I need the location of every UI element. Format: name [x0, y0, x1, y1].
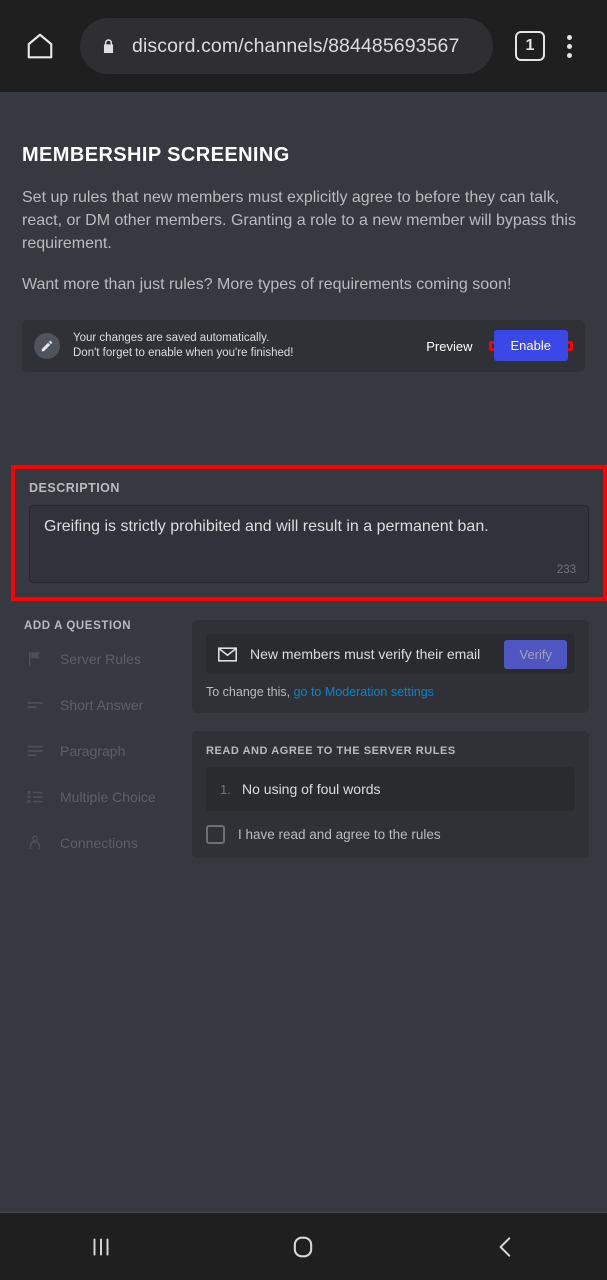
browser-toolbar: discord.com/channels/884485693567 1: [0, 0, 607, 92]
rule-text: No using of foul words: [242, 781, 381, 797]
save-notice-line-1: Your changes are saved automatically.: [73, 332, 270, 344]
mail-icon: [218, 646, 238, 662]
email-requirement-label: New members must verify their email: [250, 646, 481, 662]
cards-column: New members must verify their email Veri…: [192, 620, 589, 858]
agree-label: I have read and agree to the rules: [238, 827, 441, 842]
rule-row[interactable]: 1. No using of foul words: [206, 767, 575, 811]
page-title: MEMBERSHIP SCREENING: [22, 144, 290, 166]
connections-icon: [22, 830, 48, 856]
save-notice-bar: Your changes are saved automatically. Do…: [22, 320, 585, 372]
preview-button[interactable]: Preview: [426, 339, 472, 354]
page-content: MEMBERSHIP SCREENING Set up rules that n…: [0, 92, 607, 1212]
phone-screen: discord.com/channels/884485693567 1 MEMB…: [0, 0, 607, 1280]
moderation-note-prefix: To change this,: [206, 685, 294, 699]
add-question-item-connections[interactable]: Connections: [22, 824, 184, 862]
server-rules-title: READ AND AGREE TO THE SERVER RULES: [206, 745, 456, 757]
add-question-item-multiple-choice[interactable]: Multiple Choice: [22, 778, 184, 816]
save-notice-line-2: Don't forget to enable when you're finis…: [73, 347, 294, 359]
moderation-settings-link[interactable]: go to Moderation settings: [294, 685, 434, 699]
list-icon: [22, 784, 48, 810]
verify-button[interactable]: Verify: [504, 639, 567, 669]
address-bar[interactable]: discord.com/channels/884485693567: [80, 18, 493, 74]
add-question-label: Server Rules: [60, 651, 141, 667]
back-chevron-icon[interactable]: [405, 1213, 607, 1280]
flag-icon: [22, 646, 48, 672]
add-question-item-short-answer[interactable]: Short Answer: [22, 686, 184, 724]
page-description-2: Want more than just rules? More types of…: [22, 276, 512, 293]
android-nav-bar: [0, 1212, 607, 1280]
save-notice-text: Your changes are saved automatically. Do…: [73, 331, 426, 361]
add-question-panel: ADD A QUESTION Server Rules Short Answer…: [22, 620, 184, 862]
add-question-label: Multiple Choice: [60, 789, 156, 805]
description-highlight: DESCRIPTION Greifing is strictly prohibi…: [11, 465, 607, 601]
add-question-title: ADD A QUESTION: [24, 620, 132, 632]
moderation-note: To change this, go to Moderation setting…: [206, 685, 575, 699]
rule-number: 1.: [220, 781, 231, 797]
lower-section: ADD A QUESTION Server Rules Short Answer…: [22, 620, 589, 862]
add-question-label: Short Answer: [60, 697, 144, 713]
add-question-item-paragraph[interactable]: Paragraph: [22, 732, 184, 770]
add-question-item-server-rules[interactable]: Server Rules: [22, 640, 184, 678]
home-square-icon[interactable]: [202, 1213, 404, 1280]
add-question-label: Paragraph: [60, 743, 126, 759]
home-icon[interactable]: [14, 20, 66, 72]
short-answer-icon: [22, 692, 48, 718]
enable-button[interactable]: Enable: [493, 330, 568, 361]
url-text: discord.com/channels/884485693567: [132, 34, 460, 57]
recents-icon[interactable]: [0, 1213, 202, 1280]
email-requirement-row: New members must verify their email Veri…: [206, 634, 575, 674]
agree-row[interactable]: I have read and agree to the rules: [206, 825, 575, 844]
description-value: Greifing is strictly prohibited and will…: [44, 518, 489, 535]
enable-button-highlight: Enable: [488, 330, 573, 361]
add-question-label: Connections: [60, 835, 138, 851]
character-counter: 233: [556, 564, 576, 576]
paragraph-icon: [22, 738, 48, 764]
email-verification-card: New members must verify their email Veri…: [192, 620, 589, 713]
description-input[interactable]: Greifing is strictly prohibited and will…: [29, 505, 589, 583]
kebab-menu-icon[interactable]: [545, 22, 593, 70]
page-description-1: Set up rules that new members must expli…: [22, 189, 576, 252]
tab-counter[interactable]: 1: [515, 31, 545, 61]
description-label: DESCRIPTION: [29, 481, 120, 495]
server-rules-card: READ AND AGREE TO THE SERVER RULES 1. No…: [192, 731, 589, 858]
lock-icon: [100, 37, 118, 56]
pencil-icon: [34, 333, 60, 359]
agree-checkbox[interactable]: [206, 825, 225, 844]
